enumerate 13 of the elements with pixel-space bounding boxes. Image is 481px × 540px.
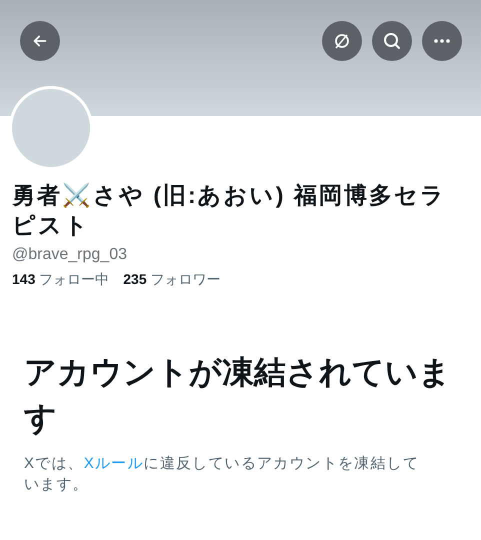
back-button[interactable] (20, 21, 60, 61)
slashed-circle-button[interactable] (322, 21, 362, 61)
search-icon (382, 31, 402, 51)
follow-count-link[interactable]: 143 フォロー中 (12, 269, 110, 289)
follow-count-link[interactable]: 235 フォロワー (123, 269, 220, 289)
more-icon (434, 39, 450, 43)
suspension-description: Xでは、Xルールに違反しているアカウントを凍結しています。 (24, 454, 420, 495)
suspended-heading: アカウントが凍結されています (24, 353, 452, 438)
user-handle: @brave_rpg_03 (12, 245, 128, 265)
more-button[interactable] (422, 21, 462, 61)
slashed-circle-icon (332, 31, 352, 51)
search-button[interactable] (372, 21, 412, 61)
display-name: 勇者⚔さや (旧:あおい) 福岡博多セラピスト (12, 181, 447, 240)
